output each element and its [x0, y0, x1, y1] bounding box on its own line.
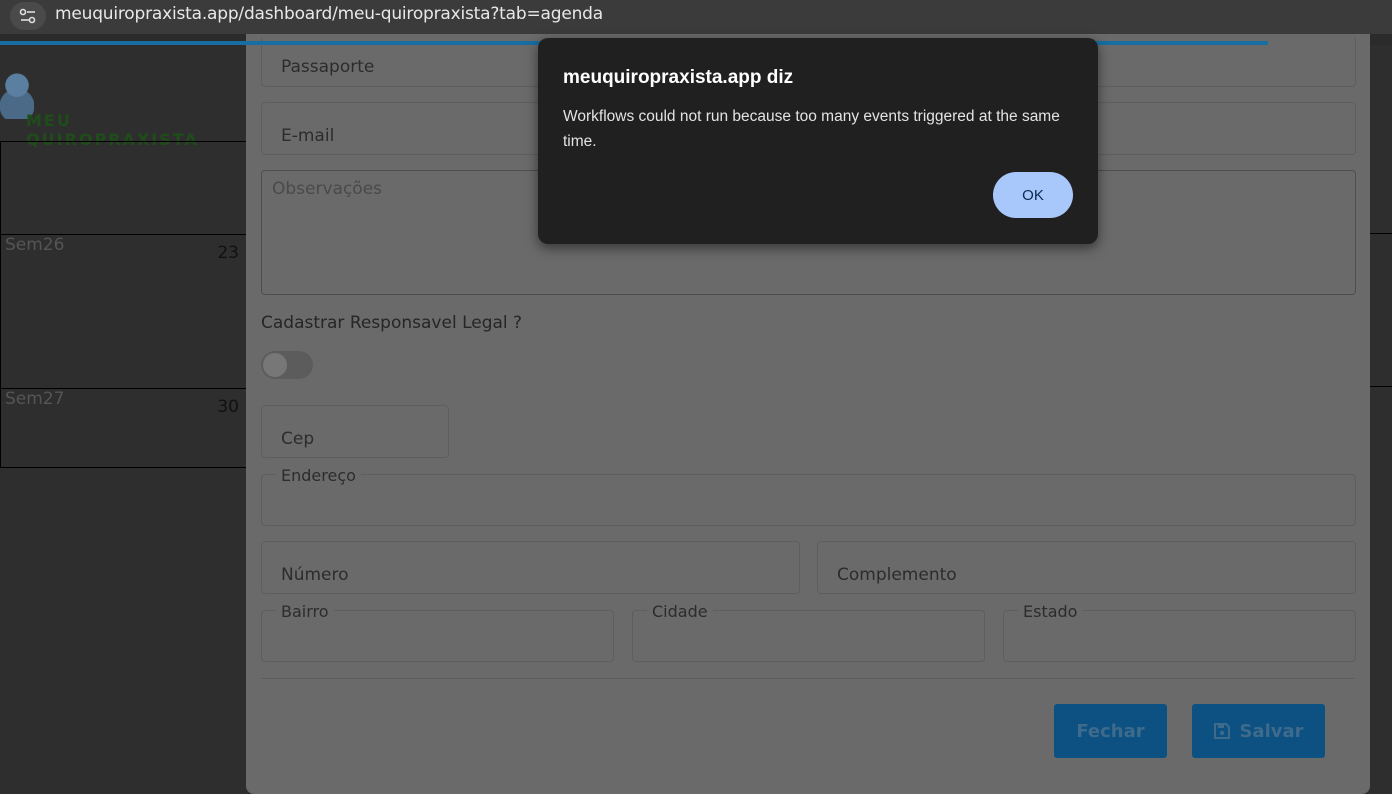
estado-label: Estado	[1018, 602, 1083, 621]
calendar-row	[0, 141, 247, 234]
fechar-button[interactable]: Fechar	[1054, 704, 1167, 758]
form-divider	[261, 678, 1355, 679]
day-number: 30	[217, 397, 239, 417]
complemento-placeholder: Complemento	[837, 565, 957, 585]
calendar-right-edge	[1370, 145, 1392, 465]
fechar-label: Fechar	[1076, 720, 1145, 742]
day-number: 23	[217, 243, 239, 263]
bairro-label: Bairro	[276, 602, 334, 621]
app-logo: MEU QUIROPRAXISTA	[0, 67, 240, 149]
complemento-field[interactable]: Complemento	[817, 541, 1356, 594]
cep-placeholder: Cep	[281, 429, 315, 449]
cidade-field[interactable]: Cidade	[632, 602, 985, 662]
salvar-button[interactable]: Salvar	[1192, 704, 1325, 758]
url-text[interactable]: meuquiropraxista.app/dashboard/meu-quiro…	[55, 4, 603, 24]
passaporte-placeholder: Passaporte	[281, 57, 375, 77]
endereco-label: Endereço	[276, 466, 361, 485]
cep-field[interactable]: Cep	[261, 405, 449, 458]
site-settings-icon[interactable]	[10, 2, 46, 30]
numero-field[interactable]: Número	[261, 541, 800, 594]
alert-title: meuquiropraxista.app diz	[563, 67, 794, 88]
toggle-knob	[263, 353, 287, 377]
numero-placeholder: Número	[281, 565, 349, 585]
salvar-label: Salvar	[1239, 720, 1304, 742]
endereco-field[interactable]: Endereço	[261, 466, 1356, 526]
alert-dialog: meuquiropraxista.app diz Workflows could…	[538, 38, 1098, 244]
cidade-label: Cidade	[647, 602, 713, 621]
bairro-field[interactable]: Bairro	[261, 602, 614, 662]
browser-address-bar: meuquiropraxista.app/dashboard/meu-quiro…	[0, 0, 1392, 34]
estado-field[interactable]: Estado	[1003, 602, 1356, 662]
responsavel-label: Cadastrar Responsavel Legal ?	[261, 313, 523, 333]
ok-button[interactable]: OK	[993, 172, 1073, 218]
email-placeholder: E-mail	[281, 126, 335, 146]
calendar-row: Sem27 30	[0, 388, 247, 468]
week-label: Sem26	[5, 235, 65, 255]
observacoes-placeholder: Observações	[272, 179, 383, 199]
responsavel-toggle[interactable]	[261, 351, 313, 379]
alert-message: Workflows could not run because too many…	[563, 108, 1060, 150]
save-icon	[1214, 723, 1231, 739]
week-label: Sem27	[5, 389, 65, 409]
calendar-row: Sem26 23	[0, 234, 247, 388]
